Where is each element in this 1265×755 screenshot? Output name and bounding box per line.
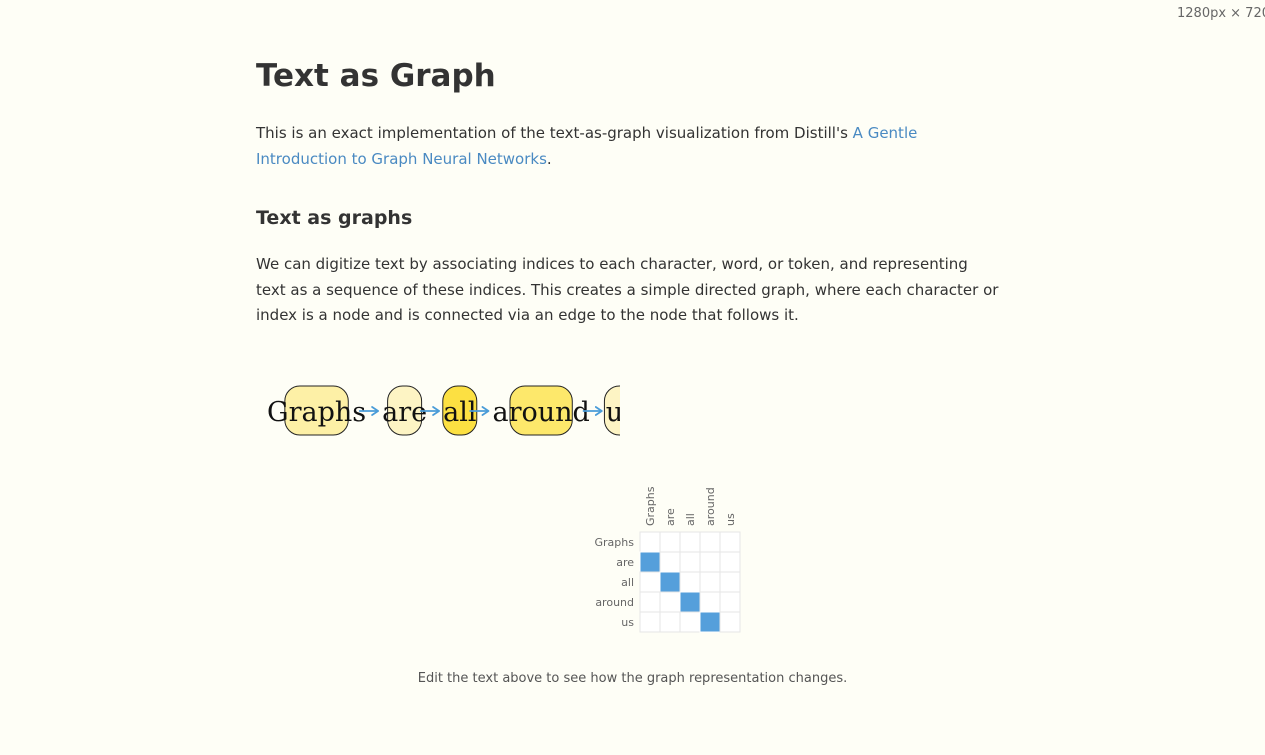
matrix-cell (679, 611, 701, 633)
matrix-cell (659, 591, 681, 613)
matrix-cell (639, 531, 661, 553)
matrix-cell (719, 551, 741, 573)
matrix-cell (679, 571, 701, 593)
section-paragraph: We can digitize text by associating indi… (256, 255, 999, 324)
matrix-col-label: around (704, 487, 717, 526)
matrix-cell (679, 531, 701, 553)
matrix-row-label: are (616, 556, 634, 569)
section-heading: Text as graphs (256, 207, 413, 229)
matrix-cell (639, 611, 661, 633)
matrix-cell (719, 591, 741, 613)
matrix-row-label: Graphs (595, 536, 635, 549)
matrix-cell-edge (679, 591, 701, 613)
page-title: Text as Graph (256, 58, 496, 94)
matrix-cell (699, 571, 721, 593)
token-node[interactable]: around (492, 385, 590, 436)
matrix-cell (699, 551, 721, 573)
token-word: around (492, 397, 589, 428)
adjacency-matrix: GraphsGraphsareareallallaroundaroundusus (595, 486, 741, 633)
text-graph-tokens[interactable]: Graphs areall around us (260, 376, 620, 448)
matrix-cell (699, 591, 721, 613)
intro-suffix: . (546, 149, 552, 168)
viewport-size-badge: 1280px × 720p (1177, 6, 1265, 21)
matrix-cell (639, 591, 661, 613)
matrix-cell (719, 531, 741, 553)
matrix-cell (719, 611, 741, 633)
matrix-col-label: are (664, 508, 677, 526)
token-node[interactable]: Graphs (267, 385, 366, 436)
matrix-row-label: around (595, 596, 634, 609)
matrix-col-label: us (724, 513, 737, 526)
intro-paragraph: This is an exact implementation of the t… (256, 121, 996, 172)
matrix-cell (719, 571, 741, 593)
page: 1280px × 720p Text as Graph This is an e… (0, 0, 1265, 755)
matrix-cell (659, 611, 681, 633)
caption: Edit the text above to see how the graph… (417, 671, 848, 686)
intro-text: This is an exact implementation of the t… (256, 124, 853, 142)
matrix-cell (699, 531, 721, 553)
matrix-cell-edge (659, 571, 681, 593)
matrix-cell (679, 551, 701, 573)
token-word: us (606, 397, 620, 428)
matrix-cell (659, 531, 681, 553)
token-word: are (382, 397, 427, 428)
matrix-cell-edge (639, 551, 661, 573)
matrix-col-label: all (684, 513, 697, 526)
matrix-col-label: Graphs (644, 486, 657, 526)
matrix-cell (639, 571, 661, 593)
matrix-row-label: all (621, 576, 634, 589)
matrix-row-label: us (621, 616, 634, 629)
token-word: Graphs (267, 397, 366, 428)
matrix-cell (659, 551, 681, 573)
matrix-cell-edge (699, 611, 721, 633)
token-word: all (443, 397, 476, 428)
token-node[interactable]: us (603, 385, 620, 436)
